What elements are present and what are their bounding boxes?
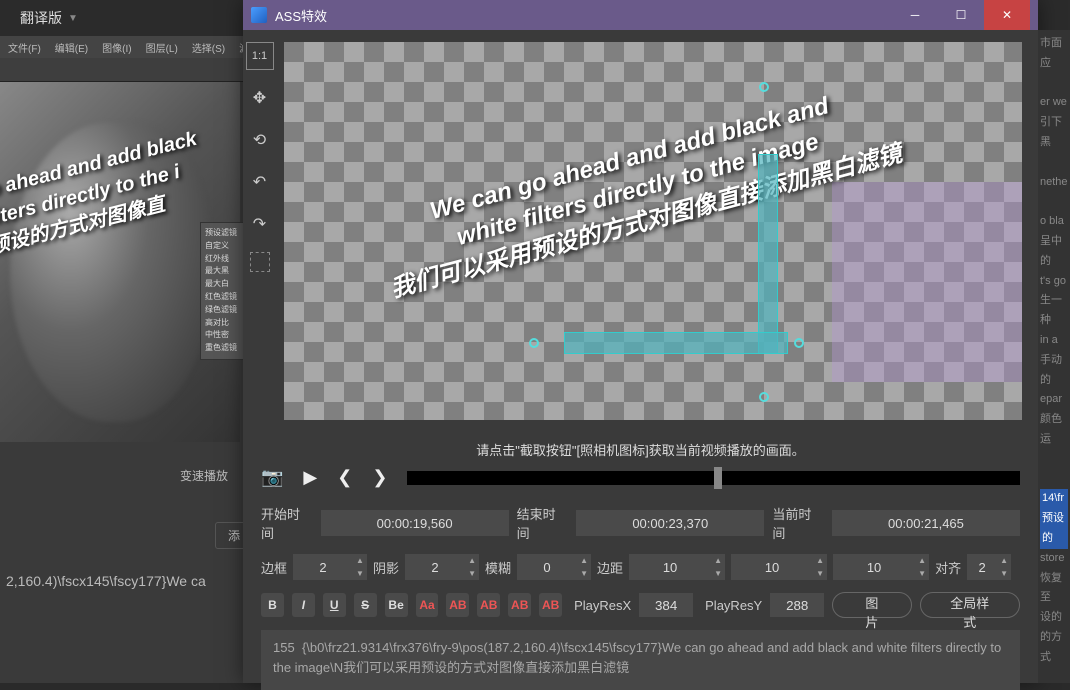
line-number: 155 [273,640,295,655]
undo-tool-icon[interactable]: ↶ [246,168,274,196]
purple-overlay [832,182,1022,382]
playresx-input[interactable] [639,593,693,617]
bg-menu-select[interactable]: 选择(S) [192,40,225,55]
minimize-button[interactable]: ─ [892,0,938,30]
timeline-slider[interactable] [407,471,1020,485]
blur-spinner[interactable]: 0▲▼ [517,554,591,580]
margin3-spinner[interactable]: 10▲▼ [833,554,929,580]
shadow-spinner[interactable]: 2▲▼ [405,554,479,580]
subtitle-text-editor[interactable]: 155 {\b0\frz21.9314\frx376\fry-9\pos(187… [261,630,1020,690]
redo-tool-icon[interactable]: ↷ [246,210,274,238]
subtitle-code[interactable]: {\b0\frz21.9314\frx376\fry-9\pos(187.2,1… [273,640,1001,675]
play-icon[interactable]: ▶ [303,467,317,488]
italic-button[interactable]: I [292,593,315,617]
current-time-input[interactable] [832,510,1020,536]
handle-left[interactable] [529,338,539,348]
rotate-tool-icon[interactable]: ⟲ [246,126,274,154]
playresy-label: PlayResY [705,598,762,613]
ab2-button[interactable]: AB [477,593,500,617]
ass-effects-window: ASS特效 ─ ☐ ✕ 1:1 ✥ ⟲ ↶ ↷ We can go ahead … [243,0,1038,683]
image-button[interactable]: 图片 [832,592,911,618]
border-label: 边框 [261,558,287,577]
highlight-1: 14\fr [1040,489,1068,509]
selection-bar-horizontal[interactable] [564,332,788,354]
preview-canvas[interactable]: We can go ahead and add black and white … [284,42,1022,420]
subtitle-preview: We can go ahead and add black and white … [370,75,905,306]
border-spinner[interactable]: 2▲▼ [293,554,367,580]
transport-bar: 📷 ▶ ❮ ❯ [243,467,1038,498]
next-icon[interactable]: ❯ [372,467,387,488]
bg-speed-label: 变速播放 [180,467,228,484]
hint-text: 请点击"截取按钮"[照相机图标]获取当前视频播放的画面。 [243,428,1038,467]
end-time-label: 结束时间 [517,504,569,542]
param-row: 边框 2▲▼ 阴影 2▲▼ 模糊 0▲▼ 边距 10▲▼ 10▲▼ 10▲▼ 对… [243,548,1038,584]
format-row: B I U S Be Aa AB AB AB AB PlayResX PlayR… [243,584,1038,626]
camera-icon[interactable]: 📷 [261,467,283,488]
margin-label: 边距 [597,558,623,577]
end-time-input[interactable] [576,510,764,536]
close-button[interactable]: ✕ [984,0,1030,30]
selection-tool-icon[interactable] [250,252,270,272]
bg-menu-file[interactable]: 文件(F) [8,40,41,55]
bg-title-dropdown-icon[interactable]: ▼ [68,13,78,24]
app-icon [251,7,267,23]
strike-button[interactable]: S [354,593,377,617]
current-time-label: 当前时间 [772,504,824,542]
ab3-button[interactable]: AB [508,593,531,617]
global-style-button[interactable]: 全局样式 [920,592,1021,618]
canvas-area: We can go ahead and add black and white … [276,30,1038,428]
scale-tool[interactable]: 1:1 [246,42,274,70]
window-title: ASS特效 [275,6,892,25]
bg-code-preview: 2,160.4)\fscx145\fscy177}We ca [0,567,212,595]
workspace: 1:1 ✥ ⟲ ↶ ↷ We can go ahead and add blac… [243,30,1038,428]
playresy-input[interactable] [770,593,824,617]
highlight-2: 预设的 [1040,509,1068,549]
prev-icon[interactable]: ❮ [337,467,352,488]
timeline-handle[interactable] [714,467,722,489]
move-tool-icon[interactable]: ✥ [246,84,274,112]
align-spinner[interactable]: 2▲▼ [967,554,1011,580]
underline-button[interactable]: U [323,593,346,617]
bg-filter-popup[interactable]: 预设滤镜自定义 红外线最大黑 最大白红色滤镜 绿色滤镜高对比 中性密重色滤镜 [200,222,244,360]
ab4-button[interactable]: AB [539,593,562,617]
be-button[interactable]: Be [385,593,408,617]
ab1-button[interactable]: AB [446,593,469,617]
selection-bar-vertical[interactable] [758,154,778,354]
tool-column: 1:1 ✥ ⟲ ↶ ↷ [243,30,276,428]
right-panel-strip: 市面应 er we 引下黑 nethe o bla 呈中的 t's go 生一种… [1038,30,1070,683]
bg-title: 翻译版 [20,8,62,28]
bg-menu-edit[interactable]: 编辑(E) [55,40,88,55]
shadow-label: 阴影 [373,558,399,577]
aa-button[interactable]: Aa [416,593,439,617]
bold-button[interactable]: B [261,593,284,617]
bg-menu-image[interactable]: 图像(I) [102,40,131,55]
bg-menu-layer[interactable]: 图层(L) [146,40,178,55]
start-time-label: 开始时间 [261,504,313,542]
margin1-spinner[interactable]: 10▲▼ [629,554,725,580]
handle-top[interactable] [759,82,769,92]
playresx-label: PlayResX [574,598,631,613]
title-bar[interactable]: ASS特效 ─ ☐ ✕ [243,0,1038,30]
handle-bottom[interactable] [759,392,769,402]
blur-label: 模糊 [485,558,511,577]
maximize-button[interactable]: ☐ [938,0,984,30]
align-label: 对齐 [935,558,961,577]
handle-right[interactable] [794,338,804,348]
margin2-spinner[interactable]: 10▲▼ [731,554,827,580]
start-time-input[interactable] [321,510,509,536]
time-row: 开始时间 结束时间 当前时间 [243,498,1038,548]
